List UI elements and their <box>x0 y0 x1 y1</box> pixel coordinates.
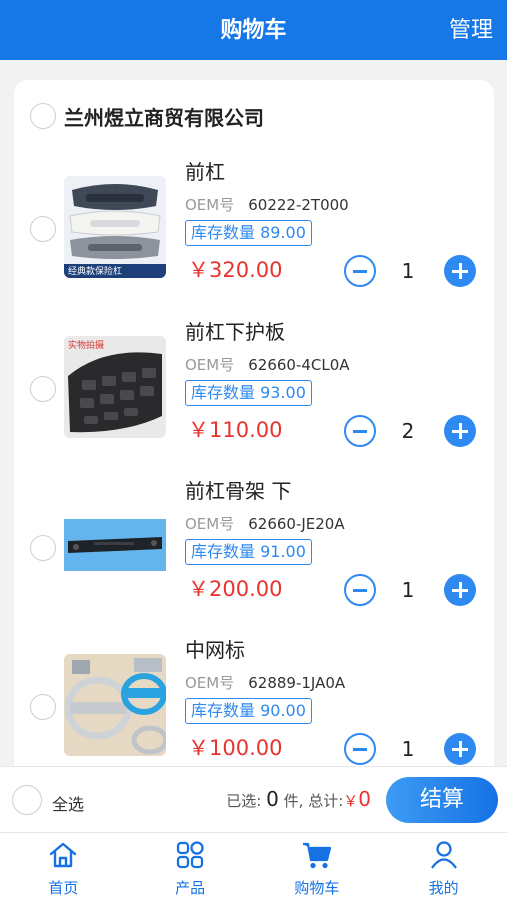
item-select-radio[interactable] <box>30 535 56 561</box>
product-name[interactable]: 前杠骨架 下 <box>185 475 291 504</box>
cart-icon <box>302 842 331 869</box>
oem-code: 62660-4CL0A <box>248 356 350 374</box>
product-name[interactable]: 前杠 <box>185 156 225 185</box>
stock-value: 90.00 <box>260 701 306 720</box>
checkout-button[interactable]: 结算 <box>386 777 498 823</box>
increase-quantity-button[interactable] <box>444 415 476 447</box>
product-name[interactable]: 中网标 <box>185 634 245 663</box>
currency-symbol: ￥ <box>343 792 359 810</box>
bottom-tab-bar: 首页 产品 购物车 我的 <box>0 832 507 900</box>
selected-count: 0 <box>266 787 279 811</box>
oem-label: OEM号 <box>185 196 235 214</box>
stock-value: 89.00 <box>260 223 306 242</box>
cart-item: 中网标 OEM号 62889-1JA0A 库存数量 90.00 ￥100.00 1 <box>14 634 494 780</box>
shop-select-radio[interactable] <box>30 103 56 129</box>
user-icon <box>430 841 457 869</box>
stock-badge: 库存数量 93.00 <box>185 380 312 406</box>
oem-label: OEM号 <box>185 674 235 692</box>
selected-suffix: 件, 总计: <box>283 792 344 810</box>
product-price: ￥110.00 <box>188 418 283 442</box>
product-image-bumper[interactable]: 经典款保险杠 <box>64 176 166 278</box>
cart-item: 经典款保险杠 前杠 OEM号 60222-2T000 库存数量 89.00 ￥32… <box>14 156 494 306</box>
decrease-quantity-button[interactable] <box>344 255 376 287</box>
decrease-quantity-button[interactable] <box>344 574 376 606</box>
tab-label: 我的 <box>428 879 459 897</box>
tab-mine[interactable]: 我的 <box>380 833 507 900</box>
tab-products[interactable]: 产品 <box>127 833 254 900</box>
tab-label: 首页 <box>48 879 79 897</box>
increase-quantity-button[interactable] <box>444 255 476 287</box>
page-title: 购物车 <box>220 18 287 43</box>
tab-home[interactable]: 首页 <box>0 833 127 900</box>
manage-button[interactable]: 管理 <box>449 0 493 60</box>
item-select-radio[interactable] <box>30 376 56 402</box>
tab-label: 产品 <box>175 879 206 897</box>
product-image-skid-plate[interactable]: 实物拍摄 <box>64 336 166 438</box>
product-image-grille-badge[interactable] <box>64 654 166 756</box>
quantity-value: 1 <box>401 578 415 602</box>
increase-quantity-button[interactable] <box>444 733 476 765</box>
stock-badge: 库存数量 89.00 <box>185 220 312 246</box>
header-bar: 购物车 管理 <box>0 0 507 60</box>
grid-icon <box>176 841 204 869</box>
item-select-radio[interactable] <box>30 216 56 242</box>
stock-badge: 库存数量 90.00 <box>185 698 312 724</box>
quantity-value: 2 <box>401 419 415 443</box>
product-price: ￥200.00 <box>188 577 283 601</box>
cart-card: 兰州煜立商贸有限公司 经典款保险杠 前杠 OEM号 60222-2T000 库存数… <box>14 80 494 780</box>
stock-value: 91.00 <box>260 542 306 561</box>
decrease-quantity-button[interactable] <box>344 415 376 447</box>
select-all-label[interactable]: 全选 <box>52 791 84 815</box>
quantity-value: 1 <box>401 259 415 283</box>
decrease-quantity-button[interactable] <box>344 733 376 765</box>
oem-code: 62889-1JA0A <box>248 674 346 692</box>
thumb-caption: 实物拍摄 <box>68 339 104 351</box>
cart-item: 实物拍摄 前杠下护板 OEM号 62660-4CL0A 库存数量 93.00 ￥1… <box>14 316 494 466</box>
oem-label: OEM号 <box>185 515 235 533</box>
selected-prefix: 已选: <box>226 792 262 810</box>
total-amount: 0 <box>358 787 371 811</box>
tab-label: 购物车 <box>294 879 340 897</box>
oem-line: OEM号 62889-1JA0A <box>185 672 345 693</box>
shop-name: 兰州煜立商贸有限公司 <box>64 105 264 130</box>
oem-line: OEM号 62660-JE20A <box>185 513 345 534</box>
stock-value: 93.00 <box>260 383 306 402</box>
order-summary: 已选: 0 件, 总计:￥0 <box>226 787 371 811</box>
item-select-radio[interactable] <box>30 694 56 720</box>
select-all-radio[interactable] <box>12 785 42 815</box>
oem-line: OEM号 62660-4CL0A <box>185 354 350 375</box>
product-name[interactable]: 前杠下护板 <box>185 316 285 345</box>
oem-line: OEM号 60222-2T000 <box>185 194 349 215</box>
home-icon <box>50 842 77 868</box>
tab-cart[interactable]: 购物车 <box>254 833 381 900</box>
oem-code: 60222-2T000 <box>248 196 349 214</box>
product-price: ￥100.00 <box>188 736 283 760</box>
cart-item: 前杠骨架 下 OEM号 62660-JE20A 库存数量 91.00 ￥200.0… <box>14 475 494 625</box>
shop-header: 兰州煜立商贸有限公司 <box>14 98 264 134</box>
increase-quantity-button[interactable] <box>444 574 476 606</box>
stock-badge: 库存数量 91.00 <box>185 539 312 565</box>
quantity-value: 1 <box>401 737 415 761</box>
product-price: ￥320.00 <box>188 258 283 282</box>
product-image-bumper-frame[interactable] <box>64 495 166 597</box>
thumb-caption: 经典款保险杠 <box>68 265 122 277</box>
oem-label: OEM号 <box>185 356 235 374</box>
oem-code: 62660-JE20A <box>248 515 345 533</box>
checkout-bar: 全选 已选: 0 件, 总计:￥0 结算 <box>0 766 507 832</box>
